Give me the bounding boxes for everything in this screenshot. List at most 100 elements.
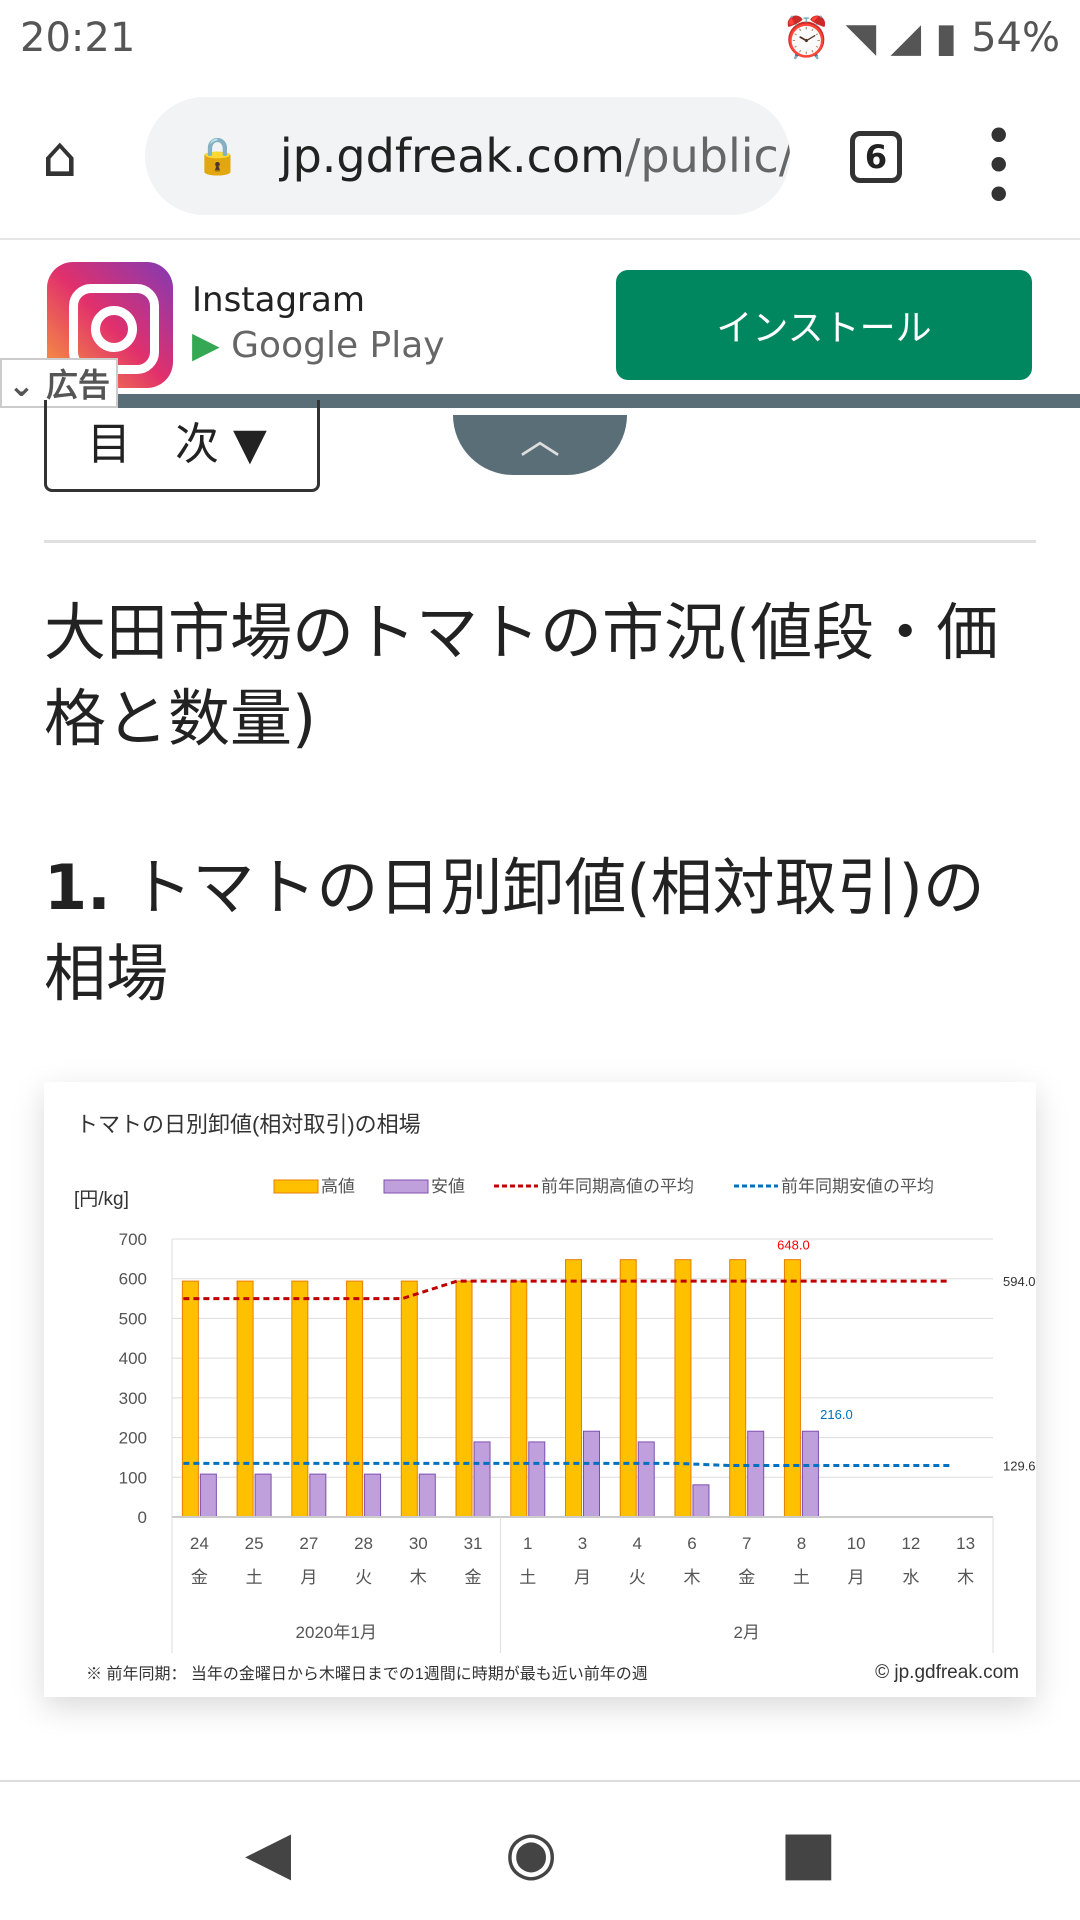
- legend-label: 安値: [431, 1177, 465, 1196]
- ad-banner[interactable]: Instagram ▶ Google Play ⌄ 広告 インストール: [0, 240, 1080, 408]
- status-bar: 20:21 ⏰ ◥ ◢ ▮ 54%: [0, 0, 1080, 75]
- x-tick-date: 4: [632, 1534, 641, 1553]
- high-price-bar: [729, 1259, 747, 1518]
- browser-toolbar: ⌂ 🔒 jp.gdfreak.com/public/ 6 •••: [0, 75, 1080, 240]
- x-tick-date: 30: [409, 1534, 428, 1553]
- high-price-bar: [236, 1280, 254, 1518]
- y-tick-label: 400: [119, 1349, 147, 1368]
- collapse-ad-button[interactable]: ︿: [453, 415, 627, 475]
- x-tick-weekday: 木: [957, 1568, 974, 1587]
- low-price-bar: [801, 1430, 819, 1518]
- x-tick-weekday: 木: [683, 1568, 700, 1587]
- x-tick-weekday: 土: [793, 1568, 810, 1587]
- y-tick-label: 600: [119, 1270, 147, 1289]
- high-price-bar: [291, 1280, 309, 1518]
- x-tick-weekday: 土: [519, 1568, 536, 1587]
- legend-label: 高値: [321, 1177, 355, 1196]
- navigation-bar: ◀ ◉ ■: [0, 1780, 1080, 1920]
- chart-card: トマトの日別卸値(相対取引)の相場 [円/kg] 高値 安値 前年同期高値の平均 前年同期…: [44, 1082, 1036, 1697]
- toc-dropdown[interactable]: 目 次 ▼: [44, 400, 320, 492]
- high-price-bar: [619, 1259, 637, 1518]
- low-price-bar: [473, 1441, 491, 1518]
- x-tick-date: 1: [523, 1534, 532, 1553]
- high-price-bar: [674, 1259, 692, 1518]
- x-tick-date: 31: [464, 1534, 483, 1553]
- low-price-bar: [528, 1441, 546, 1518]
- month-label: 2020年1月: [296, 1623, 377, 1642]
- price-chart: トマトの日別卸値(相対取引)の相場 [円/kg] 高値 安値 前年同期高値の平均 前年同期…: [74, 1112, 1036, 1683]
- high-price-bar: [346, 1280, 364, 1518]
- high-price-bar: [510, 1280, 528, 1518]
- low-price-bar: [583, 1430, 600, 1518]
- x-tick-weekday: 土: [246, 1568, 263, 1587]
- home-button-icon[interactable]: ◉: [505, 1818, 557, 1888]
- recents-icon[interactable]: ■: [780, 1818, 837, 1888]
- x-tick-date: 8: [797, 1534, 806, 1553]
- x-tick-weekday: 月: [300, 1568, 317, 1587]
- tab-switcher-button[interactable]: 6: [850, 131, 902, 183]
- x-tick-date: 12: [901, 1534, 920, 1553]
- more-menu-icon[interactable]: •••: [968, 120, 1026, 208]
- high-price-bar: [783, 1259, 801, 1518]
- caret-down-icon: ▼: [233, 419, 267, 470]
- y-axis-unit: [円/kg]: [74, 1189, 129, 1210]
- battery-level: 54%: [971, 14, 1060, 61]
- x-tick-weekday: 火: [629, 1568, 646, 1587]
- back-icon[interactable]: ◀: [245, 1818, 291, 1888]
- wifi-icon: ◥: [845, 14, 877, 61]
- play-store-icon: ▶: [192, 325, 220, 366]
- x-tick-weekday: 火: [355, 1568, 372, 1587]
- chevron-up-icon: ︿: [520, 417, 560, 463]
- signal-icon: ◢: [890, 14, 922, 61]
- x-tick-date: 24: [190, 1534, 209, 1553]
- x-tick-weekday: 金: [191, 1568, 208, 1587]
- data-label: 648.0: [777, 1238, 810, 1253]
- alarm-icon: ⏰: [781, 15, 832, 61]
- x-tick-date: 6: [687, 1534, 696, 1553]
- month-label: 2月: [733, 1623, 759, 1642]
- low-price-bar: [637, 1441, 655, 1518]
- x-tick-weekday: 水: [902, 1568, 919, 1587]
- x-tick-date: 7: [742, 1534, 751, 1553]
- low-price-bar: [418, 1473, 436, 1518]
- divider: [44, 540, 1036, 543]
- y-tick-label: 500: [119, 1309, 147, 1328]
- legend-label: 前年同期高値の平均: [541, 1177, 694, 1196]
- data-label: 129.6: [1003, 1459, 1036, 1474]
- legend-swatch: [383, 1179, 429, 1194]
- x-tick-date: 10: [847, 1534, 866, 1553]
- x-tick-weekday: 月: [574, 1568, 591, 1587]
- x-tick-weekday: 金: [738, 1568, 755, 1587]
- section-heading: 1. トマトの日別卸値(相対取引)の相場: [44, 851, 985, 1010]
- address-bar[interactable]: 🔒 jp.gdfreak.com/public/: [145, 97, 790, 215]
- home-icon[interactable]: ⌂: [42, 125, 78, 190]
- high-price-bar: [565, 1259, 582, 1518]
- x-tick-date: 28: [354, 1534, 373, 1553]
- chart-title: トマトの日別卸値(相対取引)の相場: [76, 1112, 421, 1137]
- y-tick-label: 0: [138, 1508, 147, 1527]
- legend-label: 前年同期安値の平均: [781, 1177, 934, 1196]
- y-tick-label: 300: [119, 1389, 147, 1408]
- high-price-bar: [455, 1280, 473, 1518]
- footnote: ※ 前年同期： 当年の金曜日から木曜日までの1週間に時期が最も近い前年の週: [86, 1665, 648, 1683]
- low-price-bar: [692, 1484, 710, 1518]
- high-price-bar: [400, 1280, 418, 1518]
- y-tick-label: 700: [119, 1230, 147, 1249]
- high-price-bar: [181, 1280, 199, 1518]
- low-price-bar: [364, 1473, 382, 1518]
- x-tick-weekday: 金: [465, 1568, 482, 1587]
- y-tick-label: 200: [119, 1429, 147, 1448]
- data-label: 216.0: [820, 1407, 853, 1422]
- low-price-bar: [747, 1430, 765, 1518]
- ad-app-name: Instagram: [192, 280, 365, 320]
- install-button[interactable]: インストール: [616, 270, 1032, 380]
- x-tick-date: 25: [245, 1534, 264, 1553]
- legend-swatch: [273, 1179, 319, 1194]
- x-tick-weekday: 月: [848, 1568, 865, 1587]
- low-price-bar: [309, 1473, 327, 1518]
- low-price-bar: [254, 1473, 272, 1518]
- page-title: 大田市場のトマトの市況(値段・価格と数量): [44, 596, 999, 755]
- data-label: 594.0: [1003, 1274, 1036, 1289]
- google-play-label: ▶ Google Play: [192, 325, 445, 366]
- x-tick-date: 27: [299, 1534, 318, 1553]
